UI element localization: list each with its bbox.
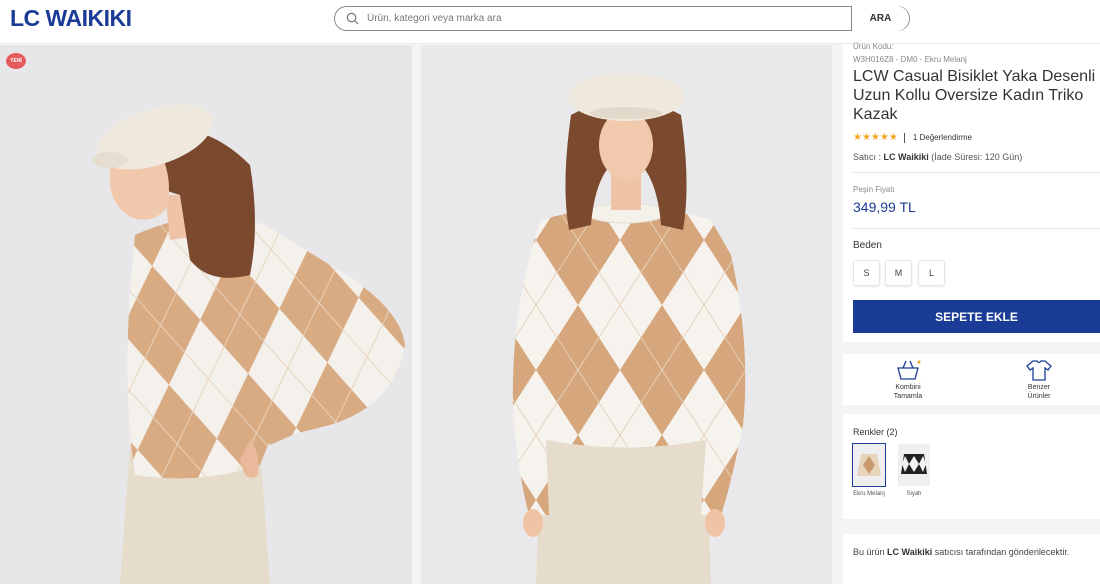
add-to-cart-button[interactable]: SEPETE EKLE	[853, 300, 1100, 333]
search-input[interactable]	[367, 9, 847, 28]
size-option-m[interactable]: M	[885, 260, 912, 286]
divider	[853, 172, 1100, 173]
product-photo-front	[512, 73, 746, 584]
rating-separator	[903, 132, 905, 143]
colors-label: Renkler (2)	[853, 427, 898, 437]
spacer	[843, 519, 1100, 534]
product-image-front[interactable]	[421, 45, 832, 584]
color-swatch-siyah[interactable]	[898, 444, 930, 486]
spacer	[843, 342, 1100, 354]
color-name-siyah: Siyah	[906, 491, 922, 497]
price-label: Peşin Fiyatı	[853, 185, 895, 194]
shipping-seller[interactable]: LC Waikiki	[887, 547, 932, 557]
rating-row[interactable]: ★★★★★ 1 Değerlendirme	[853, 132, 972, 143]
price: 349,99 TL	[853, 199, 916, 215]
color-swatch-ekru-melanj[interactable]	[852, 443, 886, 487]
shipping-info: Bu ürün LC Waikiki satıcısı tarafından g…	[843, 534, 1100, 584]
shipping-text: Bu ürün LC Waikiki satıcısı tarafından g…	[853, 547, 1069, 557]
size-option-s[interactable]: S	[853, 260, 880, 286]
product-image-side[interactable]: YENİ	[0, 45, 412, 584]
shipping-suffix: satıcısı tarafından gönderilecektir.	[934, 547, 1070, 557]
product-title: LCW Casual Bisiklet Yaka Desenli Uzun Ko…	[853, 68, 1096, 123]
size-label: Beden	[853, 240, 882, 251]
similar-products-label: Benzer Ürünler	[1027, 384, 1051, 400]
complete-outfit-label: Kombini Tamamla	[893, 384, 923, 400]
size-option-l[interactable]: L	[918, 260, 945, 286]
new-badge: YENİ	[6, 53, 26, 69]
similar-products-button[interactable]: Benzer Ürünler	[978, 354, 1100, 405]
spacer	[843, 405, 1100, 414]
product-code-value: W3H016Z8 - DM0 - Ekru Melanj	[853, 55, 967, 64]
divider	[853, 228, 1100, 229]
seller-prefix: Satıcı :	[853, 152, 882, 162]
shopping-basket-icon	[897, 360, 921, 380]
search-button[interactable]: ARA	[851, 6, 909, 31]
lc-waikiki-logo[interactable]: LC WAIKIKI	[10, 5, 132, 32]
product-code-label: Ürün Kodu:	[853, 42, 894, 51]
product-info-panel: Ürün Kodu: W3H016Z8 - DM0 - Ekru Melanj …	[843, 42, 1100, 584]
rating-stars-icon: ★★★★★	[853, 132, 898, 143]
search-bar: ARA	[334, 6, 910, 31]
rating-count[interactable]: 1 Değerlendirme	[913, 133, 972, 142]
sweater-thumbnail-icon	[853, 444, 885, 486]
header: LC WAIKIKI ARA	[0, 0, 1100, 44]
product-photo-side	[92, 104, 405, 584]
shipping-prefix: Bu ürün	[853, 547, 885, 557]
color-name-ekru-melanj: Ekru Melanj	[853, 491, 885, 497]
search-icon	[346, 12, 359, 25]
seller-info: Satıcı : LC Waikiki (İade Süresi: 120 Gü…	[853, 152, 1022, 162]
sweater-thumbnail-icon	[898, 444, 930, 486]
complete-outfit-button[interactable]: Kombini Tamamla	[843, 354, 973, 405]
seller-name[interactable]: LC Waikiki	[884, 152, 929, 162]
tshirt-icon	[1026, 360, 1052, 381]
return-period: (İade Süresi: 120 Gün)	[931, 152, 1023, 162]
